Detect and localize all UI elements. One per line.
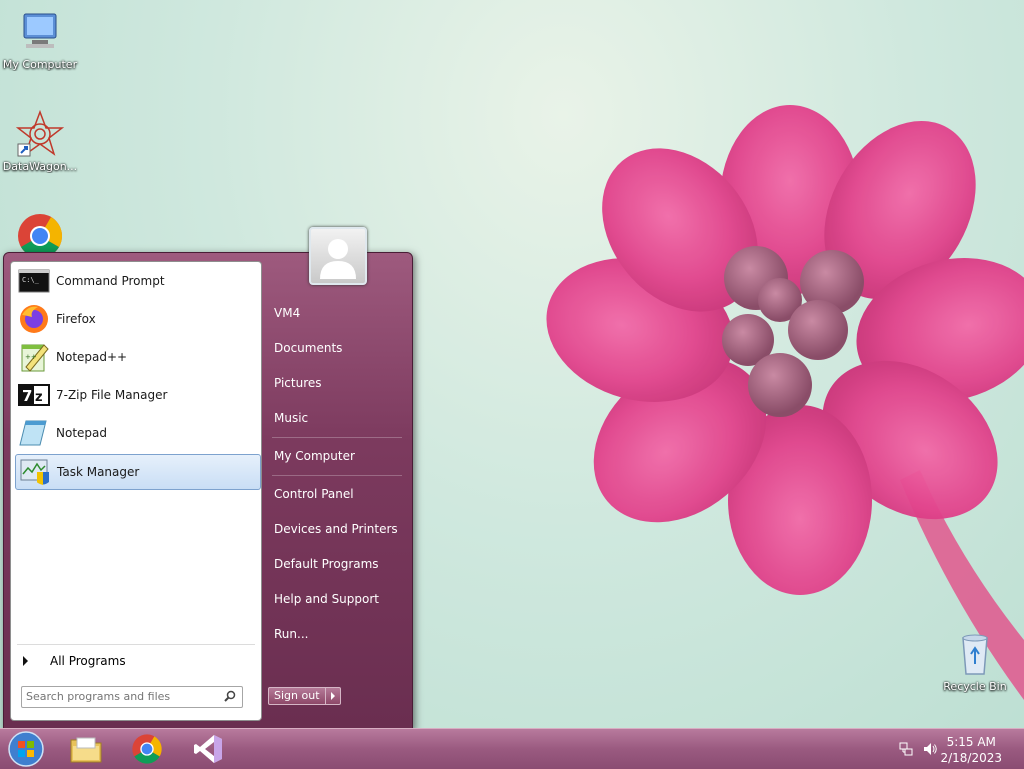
- task-manager-icon: [19, 456, 51, 488]
- sign-out-control: Sign out: [268, 687, 341, 705]
- start-link-music[interactable]: Music: [270, 404, 410, 432]
- desktop-icon-datawagon[interactable]: DataWagon...: [0, 109, 80, 173]
- start-link-documents[interactable]: Documents: [270, 334, 410, 362]
- search-input[interactable]: [22, 687, 220, 705]
- search-box: [21, 686, 243, 708]
- taskbar-file-explorer[interactable]: [66, 731, 106, 767]
- taskbar: 5:15 AM 2/18/2023: [0, 728, 1024, 769]
- start-link-pictures[interactable]: Pictures: [270, 369, 410, 397]
- divider: [272, 475, 402, 476]
- notepad-icon: [18, 417, 50, 449]
- computer-icon: [16, 8, 64, 56]
- divider: [272, 437, 402, 438]
- program-7zip[interactable]: 7z 7-Zip File Manager: [15, 378, 259, 412]
- desktop-icon-label: My Computer: [2, 58, 78, 71]
- desktop-icon-recycle-bin[interactable]: Recycle Bin: [935, 630, 1015, 693]
- divider: [17, 644, 255, 645]
- start-orb-icon: [8, 731, 44, 767]
- program-command-prompt[interactable]: C:\_ Command Prompt: [15, 264, 259, 298]
- visual-studio-icon: [194, 735, 222, 763]
- taskbar-visual-studio[interactable]: [188, 731, 228, 767]
- program-label: Notepad++: [56, 350, 128, 364]
- start-link-default-programs[interactable]: Default Programs: [270, 550, 410, 578]
- network-icon[interactable]: [898, 741, 914, 760]
- shutdown-options-button[interactable]: [325, 687, 341, 705]
- 7zip-icon: 7z: [18, 379, 50, 411]
- all-programs-button[interactable]: All Programs: [19, 650, 253, 672]
- chrome-icon: [132, 734, 162, 764]
- file-explorer-icon: [70, 737, 102, 763]
- start-menu-programs-pane: C:\_ Command Prompt Firefox ++ Notepad++…: [10, 261, 262, 721]
- search-icon[interactable]: [224, 690, 236, 705]
- start-link-user-folder[interactable]: VM4: [270, 299, 410, 327]
- start-link-my-computer[interactable]: My Computer: [270, 442, 410, 470]
- arrow-right-icon: [330, 692, 335, 700]
- program-label: Command Prompt: [56, 274, 165, 288]
- start-menu: C:\_ Command Prompt Firefox ++ Notepad++…: [3, 227, 413, 730]
- user-avatar[interactable]: [309, 227, 367, 285]
- user-icon: [320, 239, 356, 279]
- volume-icon[interactable]: [922, 741, 938, 760]
- svg-text:7: 7: [22, 387, 32, 405]
- start-link-control-panel[interactable]: Control Panel: [270, 480, 410, 508]
- program-label: Firefox: [56, 312, 96, 326]
- program-notepad[interactable]: Notepad: [15, 416, 259, 450]
- program-label: 7-Zip File Manager: [56, 388, 168, 402]
- datawagon-icon: [15, 109, 65, 158]
- program-firefox[interactable]: Firefox: [15, 302, 259, 336]
- clock-date: 2/18/2023: [940, 751, 1002, 765]
- program-task-manager[interactable]: Task Manager: [15, 454, 261, 490]
- program-label: Notepad: [56, 426, 107, 440]
- clock-time: 5:15 AM: [946, 735, 996, 749]
- taskbar-clock[interactable]: 5:15 AM 2/18/2023: [940, 734, 1002, 766]
- start-button[interactable]: [6, 731, 46, 767]
- desktop-icon-label: DataWagon...: [2, 160, 78, 173]
- program-label: Task Manager: [57, 465, 140, 479]
- notepad-plus-plus-icon: ++: [18, 341, 50, 373]
- start-link-run[interactable]: Run...: [270, 620, 410, 648]
- recycle-bin-icon: [951, 630, 999, 678]
- command-prompt-icon: C:\_: [18, 265, 50, 297]
- start-link-devices-and-printers[interactable]: Devices and Printers: [270, 515, 410, 543]
- sign-out-button[interactable]: Sign out: [268, 687, 326, 705]
- firefox-icon: [18, 303, 50, 335]
- arrow-right-icon: [23, 656, 28, 666]
- svg-text:C:\_: C:\_: [22, 276, 40, 284]
- svg-text:++: ++: [25, 353, 37, 361]
- program-notepad-plus-plus[interactable]: ++ Notepad++: [15, 340, 259, 374]
- svg-text:z: z: [35, 390, 43, 405]
- start-link-help-and-support[interactable]: Help and Support: [270, 585, 410, 613]
- all-programs-label: All Programs: [50, 654, 126, 668]
- taskbar-chrome[interactable]: [127, 731, 167, 767]
- desktop-icon-label: Recycle Bin: [943, 680, 1007, 693]
- desktop-icon-my-computer[interactable]: My Computer: [0, 8, 80, 71]
